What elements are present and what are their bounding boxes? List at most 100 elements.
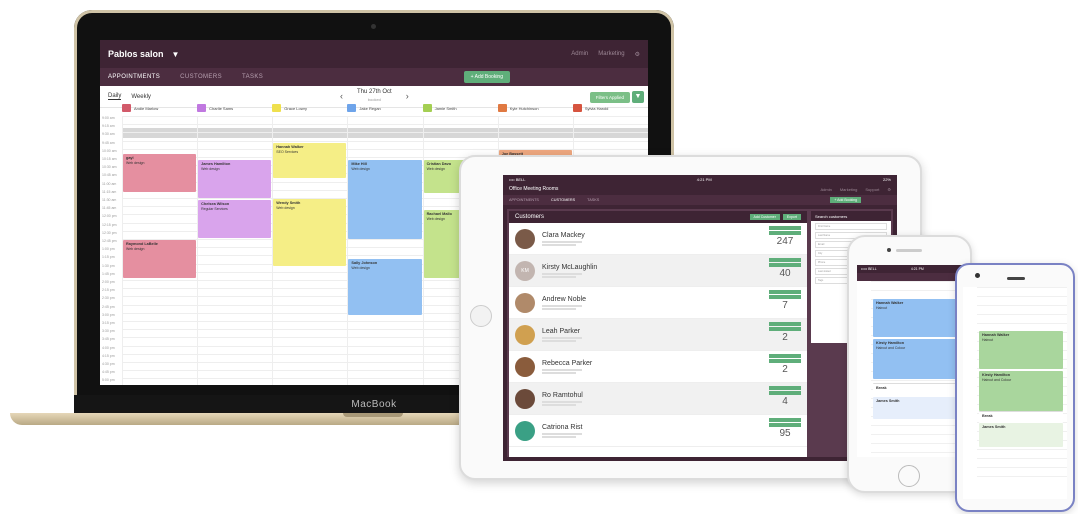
- visit-count: 95: [779, 428, 791, 439]
- appointment-card[interactable]: Wendy Smith Web design: [273, 199, 347, 266]
- customer-name[interactable]: Clara Mackey: [542, 232, 585, 239]
- visit-count: 247: [776, 236, 794, 247]
- customer-list: Clara Mackey 247 KM Kirsty McLaughlin 40 Andr…: [509, 223, 807, 447]
- customer-row[interactable]: KM Kirsty McLaughlin 40: [509, 255, 807, 287]
- appointment-customer: Break: [982, 414, 993, 418]
- staff-column-header[interactable]: Jake Regan: [347, 102, 422, 114]
- salon-name[interactable]: Pablos salon: [108, 49, 164, 59]
- appointment-card[interactable]: Hannah Walker Haircut: [873, 299, 958, 337]
- time-gridline: [977, 296, 1067, 297]
- view-button[interactable]: [769, 359, 801, 363]
- customer-name[interactable]: Ro Ramtohul: [542, 392, 583, 399]
- view-button[interactable]: [769, 263, 801, 267]
- appointment-card[interactable]: Raymond LaBelle Web design: [123, 240, 197, 278]
- search-field[interactable]: First Name: [815, 223, 887, 230]
- appointment-card[interactable]: Chelsea Wilson Regular Services: [198, 200, 272, 238]
- gear-icon[interactable]: ⚙: [887, 187, 891, 192]
- staff-column-header[interactable]: Andie Marlow: [122, 102, 197, 114]
- appointment-card[interactable]: James Hamilton Web design: [198, 160, 272, 198]
- appointment-card[interactable]: Mike Hill Web design: [348, 160, 422, 239]
- staff-color-swatch: [347, 104, 357, 112]
- view-button[interactable]: [769, 231, 801, 235]
- staff-name: Jamie Smith: [434, 105, 457, 111]
- add-booking-button[interactable]: + Add Booking: [830, 197, 861, 203]
- view-button[interactable]: [769, 327, 801, 331]
- add-customer-button[interactable]: Add Customer: [749, 214, 780, 220]
- tab-tasks[interactable]: TASKS: [587, 198, 599, 202]
- time-gridline: [977, 287, 1067, 288]
- appointment-service: Haircut and Colour: [982, 378, 1012, 382]
- phone-home-button[interactable]: [898, 465, 920, 487]
- nav-marketing[interactable]: Marketing: [840, 187, 858, 192]
- customer-row[interactable]: Catriona Rist 95: [509, 415, 807, 447]
- staff-column-header[interactable]: Jamie Smith: [422, 102, 498, 114]
- appointment-card[interactable]: Break: [873, 383, 958, 395]
- tab-appointments[interactable]: APPOINTMENTS: [108, 74, 160, 80]
- nav-support[interactable]: Support: [865, 187, 879, 192]
- customer-name[interactable]: Rebecca Parker: [542, 360, 592, 367]
- view-button[interactable]: [769, 391, 801, 395]
- phone1-calendar: Hannah Walker Haircut Kirsty Hamilton Hairc…: [857, 281, 962, 457]
- customer-row[interactable]: Rebecca Parker 2: [509, 351, 807, 383]
- appointment-card[interactable]: Hannah Walker SEO Services: [273, 143, 347, 178]
- prev-day-icon[interactable]: ‹: [340, 91, 343, 101]
- add-booking-button[interactable]: + Add Booking: [463, 71, 510, 83]
- appointment-card[interactable]: gayl Web design: [123, 154, 197, 192]
- appointment-card[interactable]: Sally Johnson Web design: [348, 259, 422, 315]
- appointment-card[interactable]: Break: [979, 411, 1063, 423]
- staff-color-swatch: [572, 104, 582, 112]
- customer-name[interactable]: Kirsty McLaughlin: [542, 264, 597, 271]
- staff-color-swatch: [422, 104, 432, 112]
- view-daily[interactable]: Daily: [108, 93, 122, 100]
- customer-name[interactable]: Leah Parker: [542, 328, 582, 335]
- customer-name[interactable]: Catriona Rist: [542, 424, 582, 431]
- staff-column-header[interactable]: Sylvia Harold: [572, 102, 648, 114]
- customer-info: Catriona Rist: [542, 424, 582, 438]
- time-gridline: [977, 305, 1067, 306]
- staff-color-swatch: [197, 104, 207, 112]
- view-button[interactable]: [769, 423, 801, 427]
- customer-row[interactable]: Ro Ramtohul 4: [509, 383, 807, 415]
- customer-stats: 2: [769, 354, 801, 375]
- customer-row[interactable]: Leah Parker 2: [509, 319, 807, 351]
- view-button[interactable]: [769, 295, 801, 299]
- time-gridline: [977, 449, 1067, 450]
- book-button[interactable]: [769, 290, 801, 294]
- book-button[interactable]: [769, 322, 801, 326]
- appointment-card[interactable]: Hannah Walker Haircut: [979, 331, 1063, 369]
- staff-column-header[interactable]: Grace Lowry: [272, 102, 347, 114]
- tablet-home-button[interactable]: [470, 305, 492, 327]
- customer-row[interactable]: Clara Mackey 247: [509, 223, 807, 255]
- appointment-service: Web design: [426, 167, 445, 171]
- book-button[interactable]: [769, 226, 801, 230]
- staff-column-header[interactable]: Charlie Sams: [197, 102, 272, 114]
- time-gridline: [122, 116, 648, 117]
- appointment-card[interactable]: Kirsty Hamilton Haircut and Colour: [979, 371, 1063, 411]
- tablet-app-name[interactable]: Office Meeting Rooms: [509, 186, 558, 192]
- tab-customers[interactable]: CUSTOMERS: [180, 74, 222, 80]
- book-button[interactable]: [769, 354, 801, 358]
- book-button[interactable]: [769, 258, 801, 262]
- appointment-card[interactable]: James Smith: [979, 423, 1063, 447]
- customer-info: Rebecca Parker: [542, 360, 592, 374]
- gear-icon[interactable]: ⚙: [635, 51, 640, 58]
- view-weekly[interactable]: Weekly: [131, 94, 151, 100]
- tab-tasks[interactable]: TASKS: [242, 74, 263, 80]
- nav-marketing[interactable]: Marketing: [598, 51, 624, 57]
- customer-info: Leah Parker: [542, 328, 582, 342]
- time-label: 1:15 pm: [102, 255, 115, 260]
- staff-column-header[interactable]: Kyle Hutchinson: [497, 102, 573, 114]
- nav-admin[interactable]: Admin: [571, 51, 588, 57]
- tab-appointments[interactable]: APPOINTMENTS: [509, 198, 539, 202]
- book-button[interactable]: [769, 418, 801, 422]
- appointment-card[interactable]: James Smith: [873, 397, 958, 419]
- nav-admin[interactable]: Admin: [820, 187, 831, 192]
- customer-row[interactable]: Andrew Noble 7: [509, 287, 807, 319]
- appointment-card[interactable]: Kirsty Hamilton Haircut and Colour: [873, 339, 958, 379]
- next-day-icon[interactable]: ›: [406, 91, 409, 101]
- book-button[interactable]: [769, 386, 801, 390]
- customer-name[interactable]: Andrew Noble: [542, 296, 586, 303]
- export-button[interactable]: Export: [782, 214, 801, 220]
- chevron-down-icon[interactable]: ▼: [172, 50, 180, 59]
- tab-customers[interactable]: CUSTOMERS: [551, 198, 575, 202]
